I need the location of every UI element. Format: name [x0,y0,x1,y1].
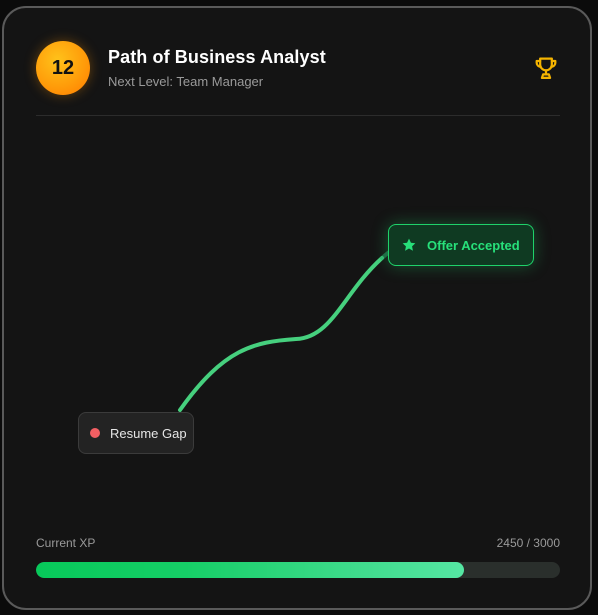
trophy-icon[interactable] [532,54,560,82]
career-path-card: 12 Path of Business Analyst Next Level: … [2,6,592,610]
path-line [178,256,384,412]
header-divider [36,115,560,116]
xp-label: Current XP [36,536,96,550]
path-title: Path of Business Analyst [108,47,326,67]
level-number: 12 [51,56,75,79]
xp-progress-bar [36,562,560,578]
xp-progress-fill [36,562,464,578]
progress-path [178,226,472,412]
xp-value: 2450 / 3000 [496,536,560,550]
milestone-label: Resume Gap [110,425,187,441]
level-badge: 12 [36,41,90,95]
milestone-label: Offer Accepted [427,237,520,253]
milestone-offer-accepted[interactable]: Offer Accepted [388,224,534,266]
star-icon [402,238,416,251]
next-level-subtitle: Next Level: Team Manager [108,74,264,89]
dot-icon [90,428,100,438]
milestone-resume-gap[interactable]: Resume Gap [78,412,194,454]
